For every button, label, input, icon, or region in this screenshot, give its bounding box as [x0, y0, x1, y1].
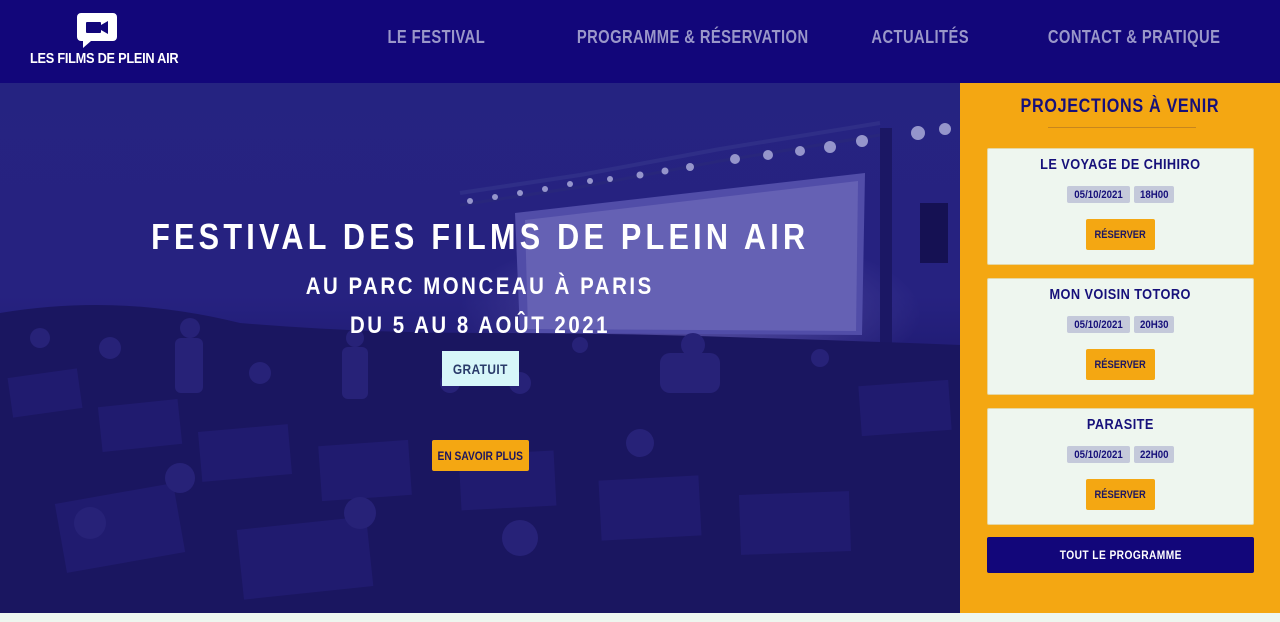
main-nav: LE FESTIVAL PROGRAMME & RÉSERVATION ACTU…: [325, 27, 1220, 48]
hero-dates: DU 5 AU 8 AOÛT 2021: [349, 312, 611, 339]
time-tag: 18H00: [1133, 186, 1175, 203]
hero-title: FESTIVAL DES FILMS DE PLEIN AIR: [150, 216, 810, 257]
screening-card: LE VOYAGE DE CHIHIRO 05/10/2021 18H00 RÉ…: [987, 148, 1254, 265]
full-program-button[interactable]: TOUT LE PROGRAMME: [987, 537, 1254, 573]
screening-card: PARASITE 05/10/2021 22H00 RÉSERVER: [987, 408, 1254, 525]
free-badge: GRATUIT: [442, 351, 519, 386]
site-header: LES FILMS DE PLEIN AIR LE FESTIVAL PROGR…: [0, 0, 1280, 83]
screening-title: PARASITE: [1087, 416, 1154, 433]
time-tag: 20H30: [1133, 316, 1175, 333]
video-camera-chat-icon: [77, 13, 117, 48]
screening-meta: 05/10/2021 18H00: [988, 186, 1253, 203]
nav-actualites[interactable]: ACTUALITÉS: [871, 27, 969, 48]
screening-title: LE VOYAGE DE CHIHIRO: [1040, 156, 1201, 173]
screening-meta: 05/10/2021 20H30: [988, 316, 1253, 333]
reserve-button[interactable]: RÉSERVER: [1086, 479, 1155, 510]
reserve-button[interactable]: RÉSERVER: [1086, 349, 1155, 380]
screening-card: MON VOISIN TOTORO 05/10/2021 20H30 RÉSER…: [987, 278, 1254, 395]
title-divider: [1048, 127, 1196, 128]
date-tag: 05/10/2021: [1066, 446, 1130, 463]
date-tag: 05/10/2021: [1066, 186, 1130, 203]
page-bottom-strip: [0, 613, 1280, 622]
time-tag: 22H00: [1133, 446, 1175, 463]
screening-title: MON VOISIN TOTORO: [1049, 286, 1192, 303]
nav-le-festival[interactable]: LE FESTIVAL: [387, 27, 485, 48]
screening-meta: 05/10/2021 22H00: [988, 446, 1253, 463]
logo-text: LES FILMS DE PLEIN AIR: [30, 50, 179, 67]
nav-contact-pratique[interactable]: CONTACT & PRATIQUE: [1048, 27, 1220, 48]
learn-more-button[interactable]: EN SAVOIR PLUS: [432, 440, 529, 471]
panel-title: PROJECTIONS À VENIR: [1020, 96, 1220, 117]
nav-programme-reservation[interactable]: PROGRAMME & RÉSERVATION: [577, 27, 809, 48]
date-tag: 05/10/2021: [1066, 316, 1130, 333]
hero-section: FESTIVAL DES FILMS DE PLEIN AIR AU PARC …: [0, 83, 960, 613]
hero-subtitle: AU PARC MONCEAU À PARIS: [305, 273, 655, 300]
site-logo[interactable]: LES FILMS DE PLEIN AIR: [30, 13, 179, 73]
hero-overlay: [0, 83, 960, 613]
reserve-button[interactable]: RÉSERVER: [1086, 219, 1155, 250]
upcoming-screenings-panel: PROJECTIONS À VENIR LE VOYAGE DE CHIHIRO…: [960, 83, 1280, 613]
